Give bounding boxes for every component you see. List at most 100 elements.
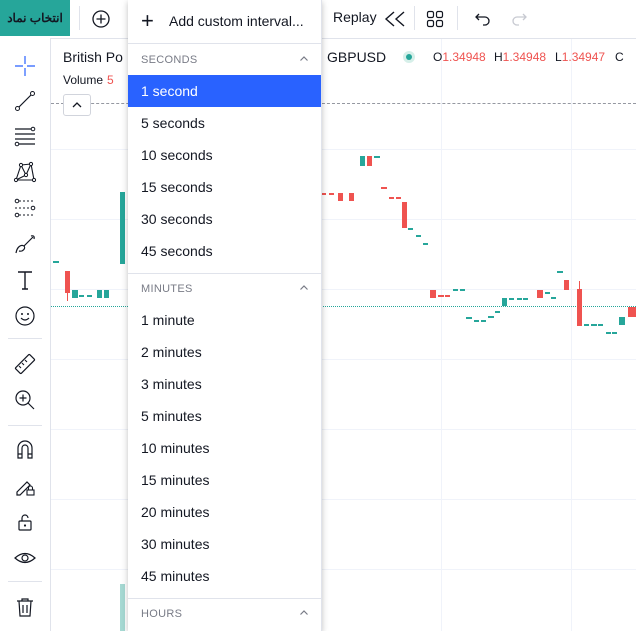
candle [584,324,589,326]
candle [97,290,102,298]
candle [438,295,444,297]
candle [67,293,68,301]
lock-drawings-icon[interactable] [11,472,39,500]
interval-item-2-minutes[interactable]: 2 minutes [128,336,321,368]
candle [329,193,334,195]
chevron-up-icon [300,285,308,290]
candle [367,156,372,166]
candle [551,297,556,299]
candle [612,332,617,334]
add-custom-interval-label: Add custom interval... [169,13,304,29]
interval-item-15-seconds[interactable]: 15 seconds [128,171,321,203]
candle [495,311,500,313]
section-header-hours[interactable]: HOURS [128,600,321,628]
text-tool-icon[interactable] [11,266,39,294]
candle [577,289,582,326]
trend-line-icon[interactable] [11,87,39,115]
candle [408,228,413,230]
long-position-icon[interactable] [11,194,39,222]
magnet-icon[interactable] [11,436,39,464]
section-header-seconds[interactable]: SECONDS [128,46,321,74]
candle [619,317,625,325]
toolbar-divider [79,6,80,30]
replay-button[interactable]: Replay [333,9,377,25]
compare-add-icon[interactable] [88,6,114,32]
brush-icon[interactable] [11,230,39,258]
interval-item-10-minutes[interactable]: 10 minutes [128,432,321,464]
toolbar-divider [414,6,415,30]
interval-item-5-seconds[interactable]: 5 seconds [128,107,321,139]
eye-icon[interactable] [11,544,39,572]
drawing-toolbar [0,38,51,631]
candle [338,193,343,201]
candle [53,261,59,263]
xabcd-pattern-icon[interactable] [11,158,39,186]
candle [466,317,472,319]
candle [564,280,569,290]
toolbar-divider [8,425,42,426]
zoom-in-icon[interactable] [11,386,39,414]
candle [591,324,597,326]
candle [87,295,92,297]
candle [396,197,401,199]
symbol-ticker: GBPUSD [327,49,387,65]
undo-icon[interactable] [470,6,496,32]
plus-icon: + [141,8,154,33]
candle [389,197,394,199]
interval-item-30-minutes[interactable]: 30 minutes [128,528,321,560]
menu-divider [128,598,321,599]
chevron-up-icon [300,56,308,61]
add-custom-interval-button[interactable]: + Add custom interval... [128,0,321,42]
close-value: C [615,50,624,64]
interval-item-1-minute[interactable]: 1 minute [128,304,321,336]
candle [523,298,528,300]
candle [349,193,354,201]
symbol-search-label: انتخاب نماد [7,11,63,25]
high-value: H1.34948 [494,50,547,64]
candle [72,290,78,298]
lock-icon[interactable] [11,508,39,536]
symbol-title: British Po [63,49,123,65]
candle [481,320,486,322]
interval-item-5-minutes[interactable]: 5 minutes [128,400,321,432]
interval-item-1-second[interactable]: 1 second [128,75,321,107]
ruler-icon[interactable] [11,350,39,378]
candle [460,289,465,291]
interval-item-20-minutes[interactable]: 20 minutes [128,496,321,528]
chevron-up-icon [300,610,308,615]
candle [430,290,436,298]
candle [474,320,479,322]
grid-line [441,39,442,631]
fib-retracement-icon[interactable] [11,122,39,150]
trash-icon[interactable] [11,593,39,621]
crosshair-icon[interactable] [11,52,39,80]
candle [502,298,507,306]
market-status-icon[interactable] [403,51,415,63]
redo-icon[interactable] [506,6,532,32]
interval-item-45-minutes[interactable]: 45 minutes [128,560,321,592]
candle [488,316,494,318]
interval-dropdown: + Add custom interval... SECONDS 1 secon… [128,0,322,631]
symbol-search-button[interactable]: انتخاب نماد [0,0,70,36]
collapse-legend-button[interactable] [63,94,91,116]
replay-rewind-icon[interactable] [382,6,408,32]
candle [65,271,70,293]
emoji-icon[interactable] [11,302,39,330]
interval-item-30-seconds[interactable]: 30 seconds [128,203,321,235]
interval-item-3-minutes[interactable]: 3 minutes [128,368,321,400]
interval-item-15-minutes[interactable]: 15 minutes [128,464,321,496]
interval-item-45-seconds[interactable]: 45 seconds [128,235,321,267]
candle [557,271,563,273]
layout-grid-icon[interactable] [422,6,448,32]
candle [628,307,636,317]
candle [606,332,611,334]
low-value: L1.34947 [555,50,606,64]
interval-item-10-seconds[interactable]: 10 seconds [128,139,321,171]
candle [545,292,550,294]
toolbar-divider [457,6,458,30]
candle [537,290,543,298]
candle [453,289,458,291]
candle [381,187,387,189]
section-header-minutes[interactable]: MINUTES [128,275,321,303]
candle [360,156,365,166]
